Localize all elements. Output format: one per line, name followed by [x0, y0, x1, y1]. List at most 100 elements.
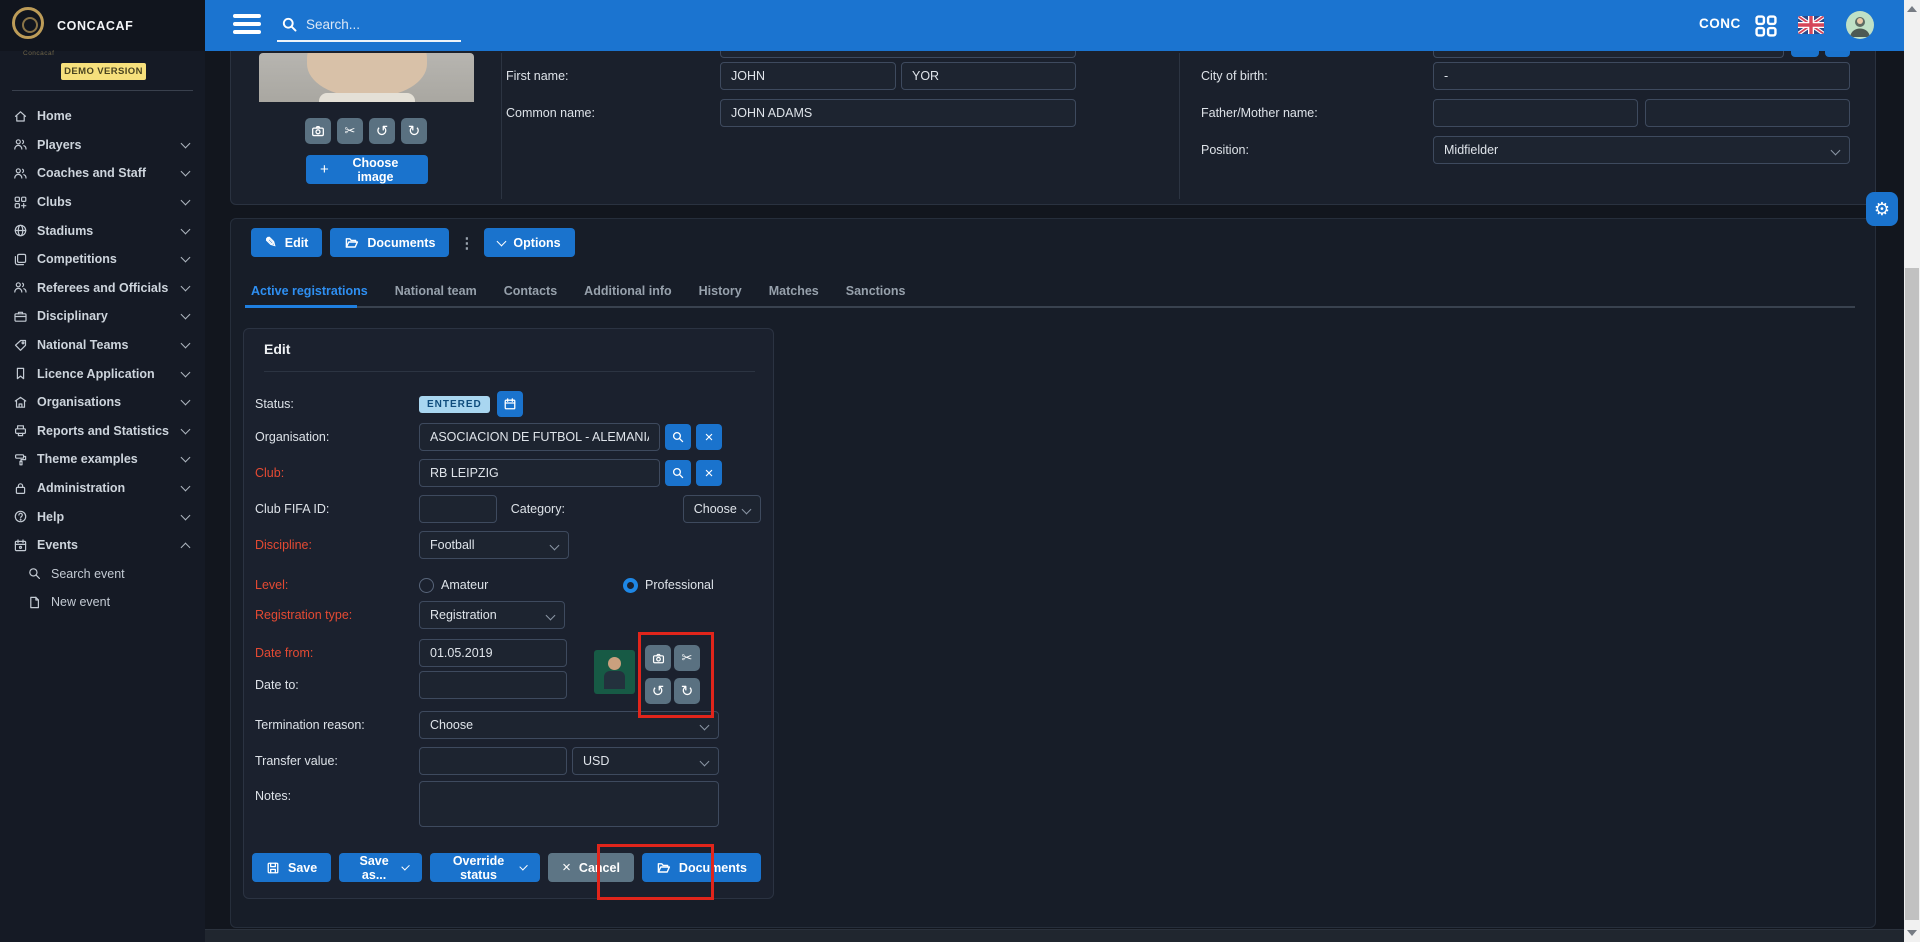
organisation-clear-button[interactable]: ×	[696, 424, 722, 450]
camera-button[interactable]	[645, 645, 671, 671]
referees-icon	[13, 280, 28, 295]
camera-button[interactable]	[305, 118, 331, 144]
player-summary-card: ✂ ↺ ↻ + Choose image First name: Common …	[230, 30, 1876, 205]
override-status-button[interactable]: Override status	[430, 853, 540, 882]
file-icon	[27, 595, 42, 610]
choose-image-button[interactable]: + Choose image	[306, 155, 428, 184]
rotate-right-button[interactable]: ↻	[674, 678, 700, 704]
crop-scissors-button[interactable]: ✂	[674, 645, 700, 671]
close-icon: ×	[705, 429, 714, 446]
cancel-button[interactable]: × Cancel	[548, 853, 634, 882]
club-fifa-id-field[interactable]	[419, 495, 497, 523]
competitions-icon	[13, 252, 28, 267]
redo-icon: ↻	[408, 122, 421, 140]
tab-matches[interactable]: Matches	[769, 284, 819, 300]
documents-bottom-button[interactable]: Documents	[642, 853, 761, 882]
crop-scissors-button[interactable]: ✂	[337, 118, 363, 144]
scroll-up-arrow-icon[interactable]	[1907, 6, 1917, 12]
organisation-search-button[interactable]	[665, 424, 691, 450]
middle-name-field[interactable]	[901, 62, 1076, 90]
administration-icon	[13, 481, 28, 496]
sidebar-item-disciplinary[interactable]: Disciplinary	[0, 302, 205, 331]
app: Concacaf CONCACAF DEMO VERSION Home Play…	[0, 0, 1920, 942]
currency-select[interactable]: USD	[572, 747, 719, 775]
search-input[interactable]	[306, 17, 446, 32]
notes-field[interactable]	[419, 781, 719, 827]
tab-history[interactable]: History	[699, 284, 742, 300]
sidebar-item-referees[interactable]: Referees and Officials	[0, 274, 205, 303]
sidebar-item-clubs[interactable]: Clubs	[0, 188, 205, 217]
termination-reason-select[interactable]: Choose	[419, 711, 719, 739]
user-avatar[interactable]	[1846, 11, 1874, 39]
date-from-field[interactable]	[419, 639, 567, 667]
city-of-birth-field[interactable]	[1433, 62, 1850, 90]
transfer-value-field[interactable]	[419, 747, 567, 775]
search-icon	[27, 566, 42, 581]
sidebar-item-organisations[interactable]: Organisations	[0, 388, 205, 417]
save-as-button[interactable]: Save as...	[339, 853, 422, 882]
sidebar-item-players[interactable]: Players	[0, 131, 205, 160]
registration-type-select[interactable]: Registration	[419, 601, 565, 629]
close-icon: ×	[562, 859, 571, 876]
sidebar-item-coaches[interactable]: Coaches and Staff	[0, 159, 205, 188]
status-history-button[interactable]	[497, 391, 523, 417]
save-icon	[266, 861, 280, 875]
chevron-down-icon	[700, 721, 710, 731]
player-photo	[259, 53, 474, 102]
club-search-button[interactable]	[665, 460, 691, 486]
first-name-field[interactable]	[720, 62, 896, 90]
hamburger-menu-icon[interactable]	[233, 14, 261, 36]
rotate-left-button[interactable]: ↺	[369, 118, 395, 144]
level-amateur-radio[interactable]	[419, 578, 434, 593]
tab-active-registrations[interactable]: Active registrations	[251, 284, 368, 300]
date-to-field[interactable]	[419, 671, 567, 699]
vertical-scrollbar[interactable]	[1904, 0, 1920, 942]
options-button[interactable]: Options	[484, 228, 574, 257]
edit-button[interactable]: ✎ Edit	[251, 228, 322, 257]
scrollbar-thumb[interactable]	[1905, 268, 1919, 920]
organisation-field[interactable]	[419, 423, 660, 451]
sidebar-item-administration[interactable]: Administration	[0, 474, 205, 503]
photo-toolbar: ✂ ↺ ↻	[305, 118, 427, 144]
sidebar-item-search-event[interactable]: Search event	[0, 560, 205, 589]
language-flag-gb-icon[interactable]	[1798, 16, 1824, 34]
tab-contacts[interactable]: Contacts	[504, 284, 557, 300]
sidebar-item-events[interactable]: Events	[0, 531, 205, 560]
status-label: Status:	[255, 397, 419, 411]
club-field[interactable]	[419, 459, 660, 487]
common-name-field[interactable]	[720, 99, 1076, 127]
region-code: CONC	[1699, 16, 1741, 31]
sidebar-nav: Home Players Coaches and Staff Clubs Sta…	[0, 102, 205, 617]
category-select[interactable]: Choose	[683, 495, 761, 523]
rotate-right-button[interactable]: ↻	[401, 118, 427, 144]
mother-name-field[interactable]	[1645, 99, 1850, 127]
more-options-kebab-icon[interactable]: ⋮	[457, 234, 476, 252]
folder-icon	[656, 860, 671, 875]
theme-icon	[13, 452, 28, 467]
apps-grid-icon[interactable]	[1754, 14, 1778, 38]
documents-button[interactable]: Documents	[330, 228, 449, 257]
sidebar-item-competitions[interactable]: Competitions	[0, 245, 205, 274]
sidebar-item-national-teams[interactable]: National Teams	[0, 331, 205, 360]
settings-gear-button[interactable]: ⚙	[1866, 192, 1898, 226]
club-clear-button[interactable]: ×	[696, 460, 722, 486]
sidebar-item-home[interactable]: Home	[0, 102, 205, 131]
position-select[interactable]: Midfielder	[1433, 136, 1850, 164]
scroll-down-arrow-icon[interactable]	[1907, 930, 1917, 936]
tab-additional-info[interactable]: Additional info	[584, 284, 671, 300]
sidebar-item-reports[interactable]: Reports and Statistics	[0, 417, 205, 446]
tab-national-team[interactable]: National team	[395, 284, 477, 300]
sidebar-item-licence[interactable]: Licence Application	[0, 359, 205, 388]
sidebar-item-stadiums[interactable]: Stadiums	[0, 216, 205, 245]
top-bar: CONC	[205, 0, 1904, 51]
sidebar-item-new-event[interactable]: New event	[0, 588, 205, 617]
father-name-field[interactable]	[1433, 99, 1638, 127]
date-from-label: Date from:	[255, 646, 419, 660]
tab-sanctions[interactable]: Sanctions	[846, 284, 906, 300]
sidebar-item-theme[interactable]: Theme examples	[0, 445, 205, 474]
save-button[interactable]: Save	[252, 853, 331, 882]
discipline-select[interactable]: Football	[419, 531, 569, 559]
level-professional-radio[interactable]	[623, 578, 638, 593]
rotate-left-button[interactable]: ↺	[645, 678, 671, 704]
sidebar-item-help[interactable]: Help	[0, 502, 205, 531]
